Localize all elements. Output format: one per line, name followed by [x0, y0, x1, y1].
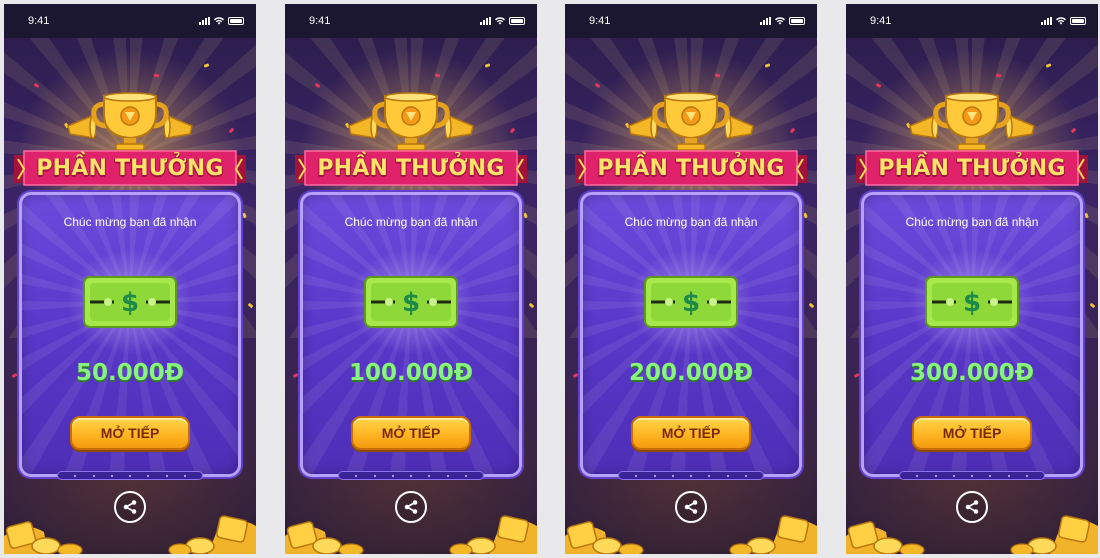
battery-icon — [789, 17, 805, 25]
dollar-symbol: $ — [402, 288, 420, 318]
trophy-icon — [933, 92, 1011, 151]
wifi-icon — [495, 17, 505, 25]
confetti-icon — [714, 73, 721, 78]
status-bar: 9:41 — [285, 4, 537, 38]
card-dots-bar — [899, 471, 1045, 480]
dollar-bill-icon: $ — [364, 276, 458, 328]
confetti-icon — [995, 73, 1002, 78]
confetti-icon — [572, 372, 579, 379]
phone-screen-2: 9:41 PHẦN THƯỞNG Chúc mừng bạn đã nhận $… — [285, 4, 537, 554]
trophy-icon — [372, 92, 450, 151]
confetti-icon — [292, 372, 299, 379]
reward-title: PHẦN THƯỞNG — [878, 155, 1066, 181]
status-time: 9:41 — [870, 15, 892, 27]
reward-amount: 300.000Đ — [909, 360, 1035, 386]
reward-title: PHẦN THƯỞNG — [597, 155, 785, 181]
coins-pile-icon — [285, 515, 537, 554]
congrats-text: Chúc mừng bạn đã nhận — [905, 215, 1039, 229]
battery-icon — [228, 17, 244, 25]
dollar-bill-icon: $ — [83, 276, 177, 328]
card-dots-bar — [57, 471, 203, 480]
reward-title: PHẦN THƯỞNG — [317, 155, 505, 181]
congrats-text: Chúc mừng bạn đã nhận — [624, 215, 758, 229]
status-icons — [1041, 17, 1086, 25]
reward-card: Chúc mừng bạn đã nhận $ 300.000Đ MỞ TIẾP — [861, 192, 1083, 480]
status-bar: 9:41 — [846, 4, 1098, 38]
phone-screen-1: 9:41 PHẦN THƯỞNG Chúc mừng bạn đã nhận $… — [4, 4, 256, 554]
phone-screen-3: 9:41 PHẦN THƯỞNG Chúc mừng bạn đã nhận $… — [565, 4, 817, 554]
open-next-button[interactable]: MỞ TIẾP — [70, 416, 190, 450]
confetti-icon — [153, 73, 160, 78]
reward-amount: 200.000Đ — [628, 360, 754, 386]
status-icons — [760, 17, 805, 25]
congrats-text: Chúc mừng bạn đã nhận — [63, 215, 197, 229]
status-bar: 9:41 — [565, 4, 817, 38]
signal-icon — [480, 17, 491, 25]
phone-screen-4: 9:41 PHẦN THƯỞNG Chúc mừng bạn đã nhận $… — [846, 4, 1098, 554]
reward-amount: 100.000Đ — [348, 360, 474, 386]
wifi-icon — [1056, 17, 1066, 25]
status-time: 9:41 — [309, 15, 331, 27]
reward-amount: 50.000Đ — [75, 360, 185, 386]
signal-icon — [1041, 17, 1052, 25]
confetti-icon — [853, 372, 860, 379]
dollar-symbol: $ — [682, 288, 700, 318]
open-next-button[interactable]: MỞ TIẾP — [912, 416, 1032, 450]
coins-pile-icon — [4, 515, 256, 554]
reward-title: PHẦN THƯỞNG — [36, 155, 224, 181]
status-icons — [480, 17, 525, 25]
confetti-icon — [11, 372, 18, 379]
dollar-symbol: $ — [963, 288, 981, 318]
reward-ribbon: PHẦN THƯỞNG — [295, 149, 527, 189]
status-icons — [199, 17, 244, 25]
reward-ribbon: PHẦN THƯỞNG — [575, 149, 807, 189]
confetti-icon — [434, 73, 441, 78]
reward-card: Chúc mừng bạn đã nhận $ 100.000Đ MỞ TIẾP — [300, 192, 522, 480]
card-dots-bar — [618, 471, 764, 480]
trophy-icon — [91, 92, 169, 151]
open-next-button[interactable]: MỞ TIẾP — [351, 416, 471, 450]
signal-icon — [760, 17, 771, 25]
trophy-icon — [652, 92, 730, 151]
status-bar: 9:41 — [4, 4, 256, 38]
reward-card: Chúc mừng bạn đã nhận $ 50.000Đ MỞ TIẾP — [19, 192, 241, 480]
wifi-icon — [214, 17, 224, 25]
card-dots-bar — [338, 471, 484, 480]
coins-pile-icon — [565, 515, 817, 554]
battery-icon — [1070, 17, 1086, 25]
dollar-bill-icon: $ — [644, 276, 738, 328]
status-time: 9:41 — [589, 15, 611, 27]
dollar-bill-icon: $ — [925, 276, 1019, 328]
wifi-icon — [775, 17, 785, 25]
open-next-button[interactable]: MỞ TIẾP — [631, 416, 751, 450]
status-time: 9:41 — [28, 15, 50, 27]
reward-card: Chúc mừng bạn đã nhận $ 200.000Đ MỞ TIẾP — [580, 192, 802, 480]
signal-icon — [199, 17, 210, 25]
dollar-symbol: $ — [121, 288, 139, 318]
battery-icon — [509, 17, 525, 25]
reward-ribbon: PHẦN THƯỞNG — [14, 149, 246, 189]
coins-pile-icon — [846, 515, 1098, 554]
reward-ribbon: PHẦN THƯỞNG — [856, 149, 1088, 189]
congrats-text: Chúc mừng bạn đã nhận — [344, 215, 478, 229]
